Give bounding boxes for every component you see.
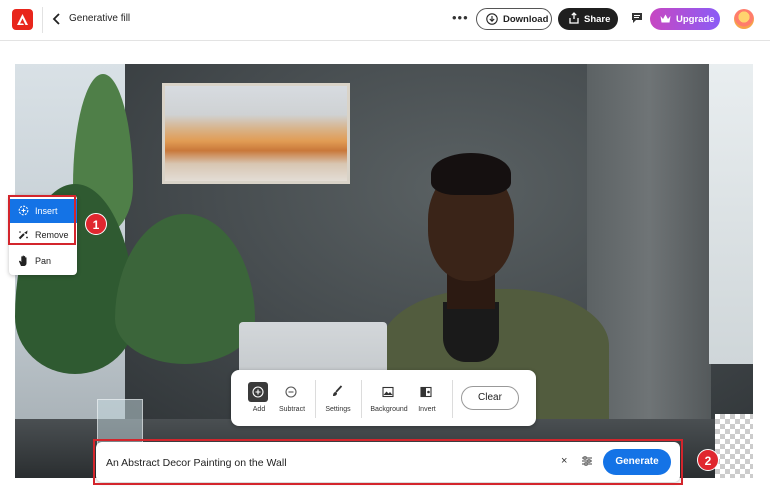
subtract-icon bbox=[281, 382, 301, 402]
step-marker-2: 2 bbox=[697, 449, 719, 471]
top-bar: Generative fill ••• Download Share Upgra… bbox=[0, 0, 770, 41]
clear-button[interactable]: Clear bbox=[461, 386, 519, 410]
subtract-label: Subtract bbox=[278, 406, 306, 413]
invert-label: Invert bbox=[418, 406, 436, 413]
avatar[interactable] bbox=[734, 9, 754, 29]
highlight-box-prompt bbox=[93, 439, 683, 485]
highlight-box-tools bbox=[8, 195, 76, 245]
more-options-icon[interactable]: ••• bbox=[452, 11, 469, 24]
download-label: Download bbox=[503, 14, 549, 25]
adobe-logo-icon[interactable] bbox=[12, 9, 33, 30]
background-icon bbox=[378, 382, 398, 402]
share-button[interactable]: Share bbox=[558, 8, 618, 30]
hand-icon bbox=[19, 255, 27, 266]
selection-toolbar: Add Subtract Settings Background Invert … bbox=[231, 370, 536, 426]
subtract-selection-button[interactable]: Subtract bbox=[269, 382, 315, 418]
page-title: Generative fill bbox=[69, 13, 131, 24]
header-divider bbox=[42, 7, 43, 33]
share-label: Share bbox=[584, 14, 611, 25]
step-marker-1: 1 bbox=[85, 213, 107, 235]
upgrade-label: Upgrade bbox=[676, 14, 715, 25]
download-icon bbox=[486, 13, 498, 25]
upgrade-button[interactable]: Upgrade bbox=[650, 8, 720, 30]
add-icon bbox=[248, 382, 268, 402]
invert-icon bbox=[416, 382, 436, 402]
crown-icon bbox=[660, 14, 671, 23]
comment-icon[interactable] bbox=[631, 12, 643, 25]
brush-icon bbox=[327, 382, 347, 402]
photo-window-right bbox=[709, 64, 753, 364]
back-arrow-icon[interactable] bbox=[50, 11, 64, 27]
photo-person-hair bbox=[431, 153, 511, 195]
brush-settings-button[interactable]: Settings bbox=[315, 382, 361, 418]
download-button[interactable]: Download bbox=[476, 8, 552, 30]
pan-tool-button[interactable]: Pan bbox=[9, 249, 77, 273]
photo-person-tshirt bbox=[443, 302, 499, 362]
photo-wall-painting bbox=[162, 83, 350, 184]
settings-label: Settings bbox=[325, 406, 351, 413]
invert-button[interactable]: Invert bbox=[404, 382, 450, 418]
pan-label: Pan bbox=[35, 256, 52, 266]
toolbar-divider bbox=[452, 380, 453, 418]
share-icon bbox=[569, 12, 579, 24]
toolbar-divider bbox=[361, 380, 362, 418]
transparency-checkerboard bbox=[715, 414, 753, 478]
